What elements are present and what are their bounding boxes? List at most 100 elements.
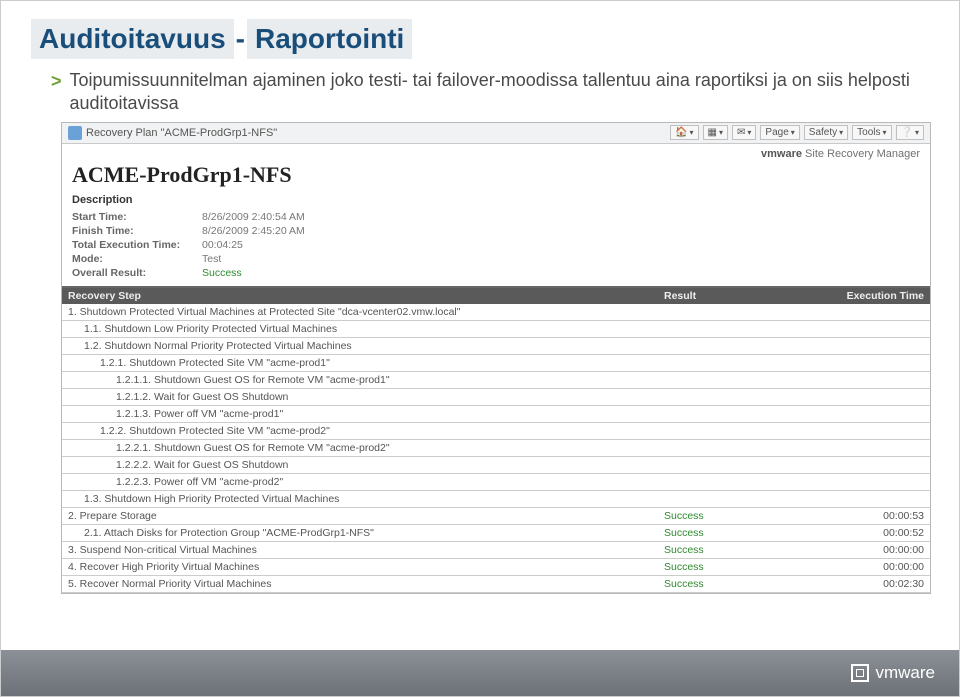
meta-value: 8/26/2009 2:45:20 AM: [202, 225, 305, 237]
col-time-header: Execution Time: [824, 290, 924, 302]
page-button[interactable]: Page ▾: [760, 125, 799, 140]
home-button[interactable]: 🏠▾: [670, 125, 698, 140]
vmware-logo: vmware: [851, 663, 935, 683]
safety-button[interactable]: Safety ▾: [804, 125, 848, 140]
ie-toolbar-right: 🏠▾ ▦▾ ✉▾ Page ▾ Safety ▾ Tools ▾ ❔▾: [670, 125, 924, 140]
time-cell: 00:00:00: [824, 561, 924, 573]
footer-bar: vmware: [1, 650, 959, 696]
step-cell: 1.2.2. Shutdown Protected Site VM "acme-…: [68, 425, 664, 437]
srm-logo: vmware Site Recovery Manager: [761, 148, 920, 160]
time-cell: [824, 357, 924, 369]
table-row: 1.3. Shutdown High Priority Protected Vi…: [62, 491, 930, 508]
bullet-text: Toipumissuunnitelman ajaminen joko testi…: [70, 69, 929, 116]
result-cell: [664, 442, 824, 454]
result-cell: Success: [664, 510, 824, 522]
srm-product: Site Recovery Manager: [802, 148, 920, 160]
meta-label: Total Execution Time:: [72, 239, 202, 251]
table-row: 1. Shutdown Protected Virtual Machines a…: [62, 304, 930, 321]
meta-value: Test: [202, 253, 221, 265]
step-cell: 2. Prepare Storage: [68, 510, 664, 522]
srm-brand: vmware: [761, 148, 802, 160]
page-label: Page: [765, 127, 788, 138]
table-row: 1.2.2. Shutdown Protected Site VM "acme-…: [62, 423, 930, 440]
step-cell: 1.2.2.1. Shutdown Guest OS for Remote VM…: [68, 442, 664, 454]
step-cell: 1.2.1.3. Power off VM "acme-prod1": [68, 408, 664, 420]
meta-table: Start Time:8/26/2009 2:40:54 AMFinish Ti…: [62, 210, 930, 286]
step-cell: 3. Suspend Non-critical Virtual Machines: [68, 544, 664, 556]
time-cell: [824, 340, 924, 352]
result-cell: [664, 408, 824, 420]
plan-title: ACME-ProdGrp1-NFS: [62, 160, 930, 194]
step-cell: 1.2.1.2. Wait for Guest OS Shutdown: [68, 391, 664, 403]
step-cell: 1.1. Shutdown Low Priority Protected Vir…: [68, 323, 664, 335]
table-row: 2. Prepare StorageSuccess00:00:53: [62, 508, 930, 525]
table-row: 5. Recover Normal Priority Virtual Machi…: [62, 576, 930, 593]
time-cell: [824, 476, 924, 488]
ie-tab[interactable]: Recovery Plan "ACME-ProdGrp1-NFS": [68, 126, 277, 140]
time-cell: 00:00:00: [824, 544, 924, 556]
meta-label: Finish Time:: [72, 225, 202, 237]
mail-button[interactable]: ✉▾: [732, 125, 756, 140]
slide-title-part1: Auditoitavuus: [31, 19, 234, 59]
ie-tab-title: Recovery Plan "ACME-ProdGrp1-NFS": [86, 127, 277, 139]
help-button[interactable]: ❔▾: [896, 125, 924, 140]
meta-row: Overall Result:Success: [72, 266, 920, 280]
time-cell: [824, 306, 924, 318]
result-cell: [664, 391, 824, 403]
time-cell: [824, 374, 924, 386]
table-row: 1.1. Shutdown Low Priority Protected Vir…: [62, 321, 930, 338]
meta-label: Start Time:: [72, 211, 202, 223]
slide-title-row: Auditoitavuus - Raportointi: [31, 19, 929, 59]
embedded-screenshot: Recovery Plan "ACME-ProdGrp1-NFS" 🏠▾ ▦▾ …: [61, 122, 931, 594]
tools-button[interactable]: Tools ▾: [852, 125, 891, 140]
ie-favicon-icon: [68, 126, 82, 140]
table-row: 4. Recover High Priority Virtual Machine…: [62, 559, 930, 576]
vmware-logo-text: vmware: [875, 663, 935, 683]
slide-title-sep: -: [234, 19, 247, 59]
result-cell: [664, 340, 824, 352]
result-cell: Success: [664, 561, 824, 573]
steps-header: Recovery Step Result Execution Time: [62, 288, 930, 304]
tools-label: Tools: [857, 127, 880, 138]
step-cell: 1.2.1.1. Shutdown Guest OS for Remote VM…: [68, 374, 664, 386]
srm-header: vmware Site Recovery Manager: [62, 144, 930, 160]
feeds-button[interactable]: ▦▾: [703, 125, 728, 140]
time-cell: [824, 323, 924, 335]
table-row: 1.2.1.3. Power off VM "acme-prod1": [62, 406, 930, 423]
time-cell: [824, 408, 924, 420]
bullet-item: > Toipumissuunnitelman ajaminen joko tes…: [51, 69, 929, 116]
result-cell: [664, 306, 824, 318]
time-cell: 00:00:53: [824, 510, 924, 522]
meta-value: 00:04:25: [202, 239, 243, 251]
col-step-header: Recovery Step: [68, 290, 664, 302]
time-cell: [824, 442, 924, 454]
col-result-header: Result: [664, 290, 824, 302]
meta-label: Mode:: [72, 253, 202, 265]
slide-frame: Auditoitavuus - Raportointi > Toipumissu…: [0, 0, 960, 697]
step-cell: 5. Recover Normal Priority Virtual Machi…: [68, 578, 664, 590]
meta-row: Start Time:8/26/2009 2:40:54 AM: [72, 210, 920, 224]
result-cell: Success: [664, 527, 824, 539]
meta-row: Total Execution Time:00:04:25: [72, 238, 920, 252]
steps-table: Recovery Step Result Execution Time 1. S…: [62, 286, 930, 593]
result-cell: [664, 459, 824, 471]
step-cell: 1.2.2.2. Wait for Guest OS Shutdown: [68, 459, 664, 471]
description-heading: Description: [62, 194, 930, 210]
result-cell: [664, 425, 824, 437]
table-row: 2.1. Attach Disks for Protection Group "…: [62, 525, 930, 542]
bullet-arrow-icon: >: [51, 71, 62, 92]
time-cell: [824, 425, 924, 437]
step-cell: 1.3. Shutdown High Priority Protected Vi…: [68, 493, 664, 505]
time-cell: 00:00:52: [824, 527, 924, 539]
meta-value: 8/26/2009 2:40:54 AM: [202, 211, 305, 223]
result-cell: Success: [664, 544, 824, 556]
result-cell: [664, 476, 824, 488]
table-row: 1.2.1. Shutdown Protected Site VM "acme-…: [62, 355, 930, 372]
table-row: 1.2.1.2. Wait for Guest OS Shutdown: [62, 389, 930, 406]
result-cell: [664, 357, 824, 369]
table-row: 1.2.2.1. Shutdown Guest OS for Remote VM…: [62, 440, 930, 457]
time-cell: 00:02:30: [824, 578, 924, 590]
result-cell: Success: [664, 578, 824, 590]
safety-label: Safety: [809, 127, 837, 138]
time-cell: [824, 493, 924, 505]
